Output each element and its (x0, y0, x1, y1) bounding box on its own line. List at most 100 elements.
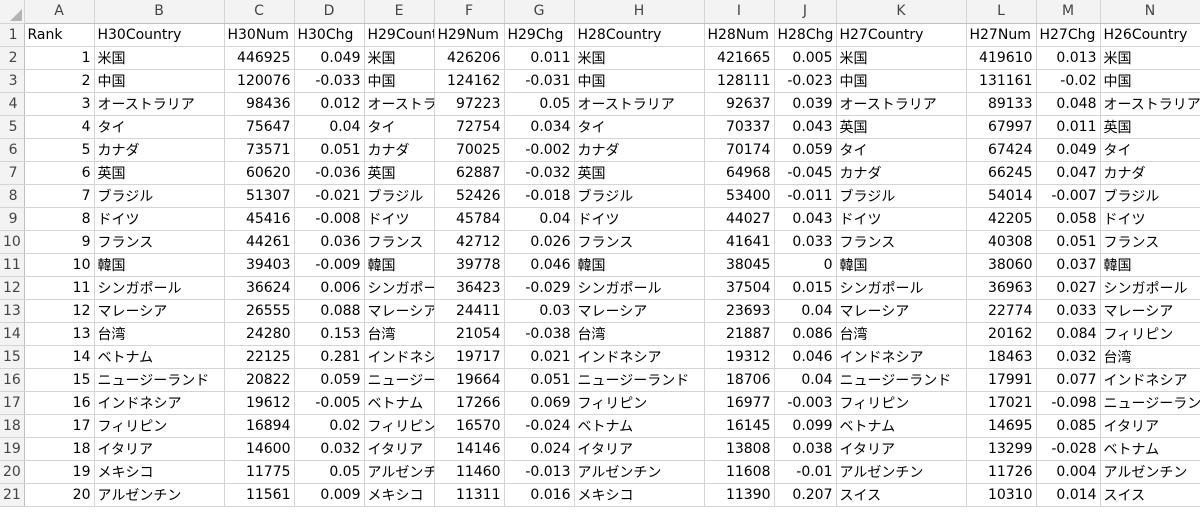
cell-f1[interactable]: H29Num (434, 23, 505, 47)
cell-c18[interactable]: 16894 (224, 414, 295, 438)
cell-c17[interactable]: 19612 (224, 391, 295, 415)
cell-g19[interactable]: 0.024 (504, 437, 575, 461)
cell-i21[interactable]: 11390 (704, 483, 775, 507)
cell-j21[interactable]: 0.207 (774, 483, 837, 507)
cell-h14[interactable]: 台湾 (574, 322, 705, 346)
cell-d6[interactable]: 0.051 (294, 138, 365, 162)
column-header-i[interactable]: I (704, 0, 775, 24)
cell-i2[interactable]: 421665 (704, 46, 775, 70)
cell-h11[interactable]: 韓国 (574, 253, 705, 277)
cell-i4[interactable]: 92637 (704, 92, 775, 116)
cell-e7[interactable]: 英国 (364, 161, 435, 185)
cell-c8[interactable]: 51307 (224, 184, 295, 208)
row-header-4[interactable]: 4 (0, 92, 25, 116)
cell-f9[interactable]: 45784 (434, 207, 505, 231)
cell-m1[interactable]: H27Chg (1036, 23, 1101, 47)
cell-j17[interactable]: -0.003 (774, 391, 837, 415)
cell-l21[interactable]: 10310 (966, 483, 1037, 507)
cell-h15[interactable]: インドネシア (574, 345, 705, 369)
cell-k4[interactable]: オーストラリア (836, 92, 967, 116)
cell-d5[interactable]: 0.04 (294, 115, 365, 139)
cell-j3[interactable]: -0.023 (774, 69, 837, 93)
cell-a16[interactable]: 15 (24, 368, 95, 392)
cell-h16[interactable]: ニュージーランド (574, 368, 705, 392)
row-header-15[interactable]: 15 (0, 345, 25, 369)
cell-g13[interactable]: 0.03 (504, 299, 575, 323)
cell-d2[interactable]: 0.049 (294, 46, 365, 70)
cell-b11[interactable]: 韓国 (94, 253, 225, 277)
cell-l9[interactable]: 42205 (966, 207, 1037, 231)
cell-c16[interactable]: 20822 (224, 368, 295, 392)
cell-a3[interactable]: 2 (24, 69, 95, 93)
cell-m10[interactable]: 0.051 (1036, 230, 1101, 254)
cell-d20[interactable]: 0.05 (294, 460, 365, 484)
cell-c12[interactable]: 36624 (224, 276, 295, 300)
cell-k14[interactable]: 台湾 (836, 322, 967, 346)
cell-i12[interactable]: 37504 (704, 276, 775, 300)
cell-m6[interactable]: 0.049 (1036, 138, 1101, 162)
cell-a1[interactable]: Rank (24, 23, 95, 47)
cell-n17[interactable]: ニュージーラン (1100, 391, 1200, 415)
cell-k12[interactable]: シンガポール (836, 276, 967, 300)
cell-e10[interactable]: フランス (364, 230, 435, 254)
cell-m15[interactable]: 0.032 (1036, 345, 1101, 369)
cell-n20[interactable]: アルゼンチン (1100, 460, 1200, 484)
cell-f4[interactable]: 97223 (434, 92, 505, 116)
cell-e11[interactable]: 韓国 (364, 253, 435, 277)
column-header-a[interactable]: A (24, 0, 95, 24)
cell-c20[interactable]: 11775 (224, 460, 295, 484)
cell-a15[interactable]: 14 (24, 345, 95, 369)
column-header-c[interactable]: C (224, 0, 295, 24)
cell-a11[interactable]: 10 (24, 253, 95, 277)
cell-d9[interactable]: -0.008 (294, 207, 365, 231)
cell-g8[interactable]: -0.018 (504, 184, 575, 208)
cell-k7[interactable]: カナダ (836, 161, 967, 185)
cell-k15[interactable]: インドネシア (836, 345, 967, 369)
cell-h8[interactable]: ブラジル (574, 184, 705, 208)
cell-d3[interactable]: -0.033 (294, 69, 365, 93)
row-header-7[interactable]: 7 (0, 161, 25, 185)
cell-c11[interactable]: 39403 (224, 253, 295, 277)
cell-n15[interactable]: 台湾 (1100, 345, 1200, 369)
cell-n10[interactable]: フランス (1100, 230, 1200, 254)
cell-e9[interactable]: ドイツ (364, 207, 435, 231)
cell-b2[interactable]: 米国 (94, 46, 225, 70)
cell-n5[interactable]: 英国 (1100, 115, 1200, 139)
cell-a17[interactable]: 16 (24, 391, 95, 415)
cell-n13[interactable]: マレーシア (1100, 299, 1200, 323)
cell-f8[interactable]: 52426 (434, 184, 505, 208)
cell-i7[interactable]: 64968 (704, 161, 775, 185)
cell-g4[interactable]: 0.05 (504, 92, 575, 116)
cell-l13[interactable]: 22774 (966, 299, 1037, 323)
cell-c10[interactable]: 44261 (224, 230, 295, 254)
row-header-9[interactable]: 9 (0, 207, 25, 231)
cell-h18[interactable]: ベトナム (574, 414, 705, 438)
cell-l18[interactable]: 14695 (966, 414, 1037, 438)
cell-m12[interactable]: 0.027 (1036, 276, 1101, 300)
cell-k1[interactable]: H27Country (836, 23, 967, 47)
cell-m2[interactable]: 0.013 (1036, 46, 1101, 70)
column-header-n[interactable]: N (1100, 0, 1200, 24)
cell-h9[interactable]: ドイツ (574, 207, 705, 231)
cell-c19[interactable]: 14600 (224, 437, 295, 461)
cell-m18[interactable]: 0.085 (1036, 414, 1101, 438)
cell-d12[interactable]: 0.006 (294, 276, 365, 300)
cell-l5[interactable]: 67997 (966, 115, 1037, 139)
cell-c7[interactable]: 60620 (224, 161, 295, 185)
row-header-21[interactable]: 21 (0, 483, 25, 507)
cell-g12[interactable]: -0.029 (504, 276, 575, 300)
cell-n21[interactable]: スイス (1100, 483, 1200, 507)
cell-m17[interactable]: -0.098 (1036, 391, 1101, 415)
cell-i20[interactable]: 11608 (704, 460, 775, 484)
column-header-e[interactable]: E (364, 0, 435, 24)
cell-e21[interactable]: メキシコ (364, 483, 435, 507)
cell-a12[interactable]: 11 (24, 276, 95, 300)
cell-k2[interactable]: 米国 (836, 46, 967, 70)
cell-i6[interactable]: 70174 (704, 138, 775, 162)
cell-g10[interactable]: 0.026 (504, 230, 575, 254)
row-header-5[interactable]: 5 (0, 115, 25, 139)
cell-g11[interactable]: 0.046 (504, 253, 575, 277)
cell-h12[interactable]: シンガポール (574, 276, 705, 300)
cell-g17[interactable]: 0.069 (504, 391, 575, 415)
cell-j13[interactable]: 0.04 (774, 299, 837, 323)
